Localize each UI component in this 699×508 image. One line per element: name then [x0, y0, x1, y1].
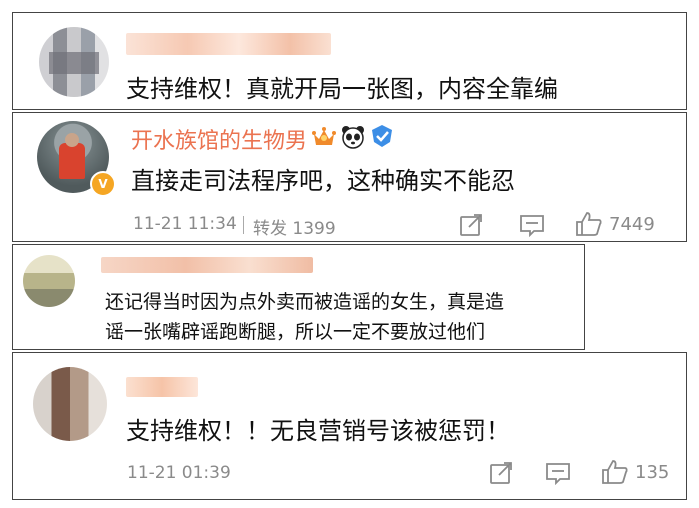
comment-card: 还记得当时因为点外卖而被造谣的女生，真是造 谣一张嘴辟谣跑断腿，所以一定不要放过… [12, 244, 585, 350]
comment-button[interactable] [519, 213, 545, 237]
comment-text: 支持维权！真就开局一张图，内容全靠编 [126, 75, 558, 103]
verified-badge-icon: V [90, 171, 116, 197]
avatar[interactable] [39, 27, 109, 97]
comment-button[interactable] [545, 461, 571, 485]
comment-text: 支持维权！！无良营销号该被惩罚！ [126, 417, 510, 445]
comment-text-line-2: 谣一张嘴辟谣跑断腿，所以一定不要放过他们 [105, 321, 486, 343]
comment-icon [520, 215, 544, 237]
avatar[interactable] [23, 255, 75, 307]
crown-icon [311, 125, 337, 153]
like-count: 135 [635, 461, 670, 483]
share-icon [490, 462, 512, 484]
comment-text: 直接走司法程序吧，这种确实不能忍 [131, 167, 515, 195]
thumbs-up-icon [602, 460, 628, 484]
avatar[interactable] [33, 367, 107, 441]
thumbs-up-icon [576, 212, 602, 236]
share-button[interactable] [489, 461, 513, 485]
username[interactable]: 开水族馆的生物男 [131, 123, 307, 155]
panda-icon [340, 124, 366, 154]
comment-card: 支持维权！真就开局一张图，内容全靠编 [12, 12, 687, 110]
username-blurred[interactable] [126, 377, 198, 397]
share-button[interactable] [459, 213, 483, 237]
divider [243, 216, 244, 234]
share-icon [460, 214, 482, 236]
comment-icon [546, 463, 570, 485]
like-count: 7449 [609, 213, 655, 235]
like-button[interactable]: 7449 [575, 211, 655, 237]
timestamp: 11-21 11:34 [133, 214, 237, 234]
verified-shield-icon [369, 123, 395, 153]
comment-text-line-1: 还记得当时因为点外卖而被造谣的女生，真是造 [105, 291, 505, 313]
comment-card: 支持维权！！无良营销号该被惩罚！ 11-21 01:39 135 [12, 352, 687, 500]
username-blurred[interactable] [126, 33, 331, 55]
repost-count[interactable]: 转发 1399 [253, 214, 336, 239]
timestamp: 11-21 01:39 [127, 463, 231, 483]
like-button[interactable]: 135 [601, 459, 669, 485]
username-blurred[interactable] [101, 257, 313, 273]
comment-card: V 开水族馆的生物男 直接走司法程序吧，这种确实不能忍 11-21 11:34 … [12, 112, 687, 242]
